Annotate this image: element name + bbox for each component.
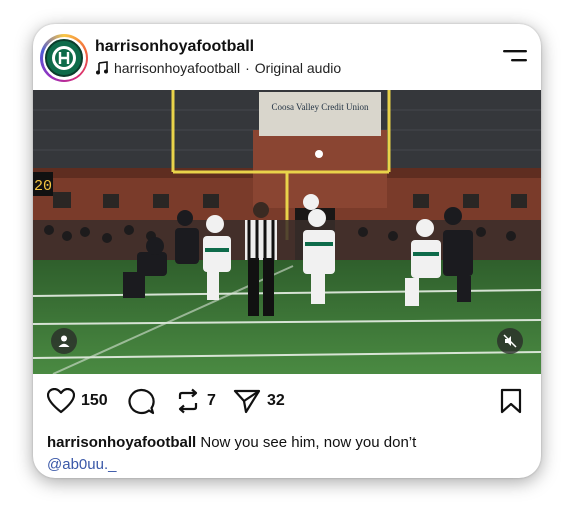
- repost-count: 7: [207, 392, 216, 409]
- scoreboard-digits: 20: [34, 178, 52, 195]
- audio-label: Original audio: [254, 60, 342, 76]
- muted-speaker-icon: [503, 334, 517, 348]
- save-action: [499, 388, 523, 414]
- music-note-icon: [96, 61, 108, 75]
- tagged-users-button[interactable]: [51, 328, 77, 354]
- repost-icon[interactable]: [175, 388, 201, 414]
- bookmark-icon[interactable]: [499, 388, 523, 414]
- menu-icon: [503, 50, 527, 62]
- post-card: harrisonhoyafootball harrisonhoyafootbal…: [33, 24, 541, 478]
- comment-icon[interactable]: [127, 388, 155, 416]
- menu-button[interactable]: [503, 48, 527, 64]
- hoya-logo-icon: [52, 46, 76, 70]
- share-count: 32: [267, 392, 285, 409]
- football-scene-image: Coosa Valley Credit Union 20: [33, 90, 541, 374]
- caption-mention[interactable]: @ab0uu._: [47, 454, 527, 476]
- post-header: harrisonhoyafootball harrisonhoyafootbal…: [33, 24, 541, 90]
- post-video[interactable]: Coosa Valley Credit Union 20: [33, 90, 541, 374]
- person-icon: [58, 335, 70, 347]
- heart-icon[interactable]: [47, 388, 75, 414]
- like-count: 150: [81, 392, 108, 409]
- audio-artist: harrisonhoyafootball: [114, 60, 241, 76]
- audio-info[interactable]: harrisonhoyafootball · Original audio: [95, 60, 341, 76]
- comment-action: [127, 388, 155, 416]
- post-username[interactable]: harrisonhoyafootball: [95, 38, 254, 56]
- send-icon[interactable]: [233, 388, 261, 414]
- repost-action: 7: [175, 388, 216, 414]
- audio-separator: ·: [245, 60, 250, 76]
- like-action: 150: [47, 388, 108, 414]
- action-bar: 150 7 32: [33, 384, 541, 424]
- team-logo: [45, 39, 83, 77]
- post-caption: harrisonhoyafootball Now you see him, no…: [47, 432, 527, 476]
- mute-button[interactable]: [497, 328, 523, 354]
- caption-username[interactable]: harrisonhoyafootball: [47, 434, 196, 451]
- sponsor-banner-text: Coosa Valley Credit Union: [271, 102, 369, 112]
- share-action: 32: [233, 388, 285, 414]
- caption-text: Now you see him, now you don’t: [200, 434, 417, 451]
- avatar[interactable]: [40, 34, 88, 82]
